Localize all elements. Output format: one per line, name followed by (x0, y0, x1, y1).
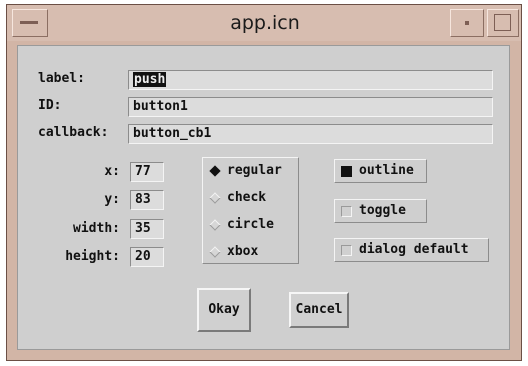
width-caption: width: (73, 221, 120, 236)
id-caption: ID: (38, 98, 62, 113)
window-title: app.icn (230, 12, 300, 34)
window-menu-icon (20, 21, 38, 24)
radio-unselected-icon (209, 246, 221, 258)
radio-circle[interactable]: circle (206, 215, 296, 237)
toggle-toggle-label: toggle (359, 203, 406, 218)
label-caption: label: (38, 71, 85, 86)
label-field[interactable]: push (128, 70, 493, 90)
radio-selected-icon (209, 165, 221, 177)
radio-unselected-icon (209, 219, 221, 231)
dialog-default-toggle-label: dialog default (359, 242, 469, 257)
okay-button[interactable]: Okay (197, 288, 251, 332)
checkbox-checked-icon (341, 166, 352, 177)
minimize-icon (465, 21, 469, 25)
height-caption: height: (65, 249, 120, 264)
x-caption: x: (104, 164, 120, 179)
radio-check[interactable]: check (206, 188, 296, 210)
maximize-icon (494, 14, 511, 31)
y-field[interactable]: 83 (130, 190, 164, 210)
radio-xbox[interactable]: xbox (206, 242, 296, 264)
outline-toggle-label: outline (359, 163, 414, 178)
dialog-default-toggle[interactable]: dialog default (334, 238, 489, 262)
callback-caption: callback: (38, 125, 109, 140)
callback-field[interactable]: button_cb1 (128, 124, 493, 144)
x-field[interactable]: 77 (130, 162, 164, 182)
y-caption: y: (104, 192, 120, 207)
radio-unselected-icon (209, 192, 221, 204)
id-field[interactable]: button1 (128, 97, 493, 117)
toggle-toggle[interactable]: toggle (334, 199, 427, 223)
checkbox-unchecked-icon (341, 206, 352, 217)
radio-xbox-label: xbox (227, 244, 259, 259)
radio-regular-label: regular (227, 163, 282, 178)
radio-check-label: check (227, 190, 267, 205)
label-field-value: push (133, 72, 167, 87)
outline-toggle[interactable]: outline (334, 159, 427, 183)
height-field[interactable]: 20 (130, 247, 164, 267)
width-field[interactable]: 35 (130, 219, 164, 239)
radio-circle-label: circle (227, 217, 274, 232)
checkbox-unchecked-icon (341, 245, 352, 256)
radio-regular[interactable]: regular (206, 161, 296, 183)
cancel-button[interactable]: Cancel (289, 292, 349, 328)
